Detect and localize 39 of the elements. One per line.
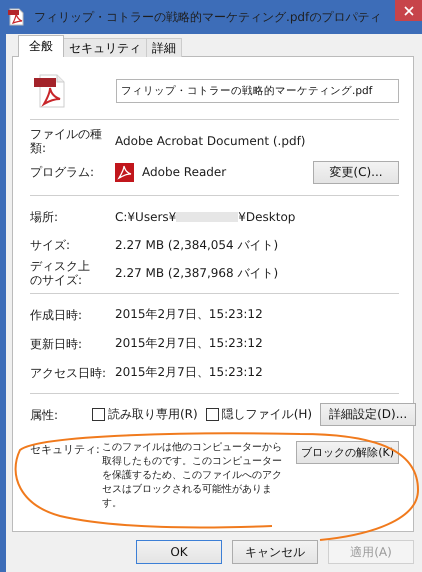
field-label: セキュリティ: <box>30 443 101 457</box>
file-name-field[interactable]: フィリップ・コトラーの戦略的マーケティング.pdf <box>116 79 399 103</box>
tab[interactable]: 詳細 <box>146 38 182 57</box>
field-label: ファイルの種類: <box>30 126 103 154</box>
field-label: アクセス日時: <box>30 366 108 380</box>
field-label: サイズ: <box>30 238 72 252</box>
pdf-file-icon <box>34 74 66 108</box>
checkbox[interactable] <box>92 408 105 421</box>
field-label: 更新日時: <box>30 336 84 350</box>
change-button[interactable]: 変更(C)... <box>313 160 399 184</box>
field-value: 2.27 MB (2,384,054 バイト) <box>115 236 278 254</box>
field-value: Adobe Acrobat Document (.pdf) <box>115 134 306 148</box>
pdf-file-icon <box>8 8 24 26</box>
window-title: フィリップ・コトラーの戦略的マーケティング.pdfのプロパティ <box>34 8 382 26</box>
field-label: 属性: <box>30 408 60 422</box>
checkbox-label[interactable]: 読み取り専用(R) <box>108 406 198 423</box>
field-value: 2015年2月7日、15:23:12 <box>115 306 263 323</box>
checkbox-label[interactable]: 隠しファイル(H) <box>222 406 312 423</box>
advanced-button[interactable]: 詳細設定(D)... <box>320 403 416 426</box>
path-suffix: ¥Desktop <box>238 210 296 224</box>
field-label: 作成日時: <box>30 308 84 322</box>
path-prefix: C:¥Users¥ <box>115 210 176 224</box>
security-warning-text: このファイルは他のコンピューターから取得したものです。このコンピューターを保護するため、このファイルへのアクセスはブロックされる可能性があります。 <box>102 441 283 511</box>
dialog-button[interactable]: キャンセル <box>232 540 318 564</box>
field-label: 場所: <box>30 210 60 224</box>
tab[interactable]: 全般 <box>18 35 64 57</box>
field-label: プログラム: <box>30 165 96 179</box>
checkbox[interactable] <box>206 408 219 421</box>
redacted-block <box>176 212 238 222</box>
field-value: 2015年2月7日、15:23:12 <box>115 364 263 381</box>
field-value: 2015年2月7日、15:23:12 <box>115 335 263 352</box>
close-icon[interactable] <box>404 6 414 16</box>
field-value: Adobe Reader <box>142 165 228 179</box>
close-button[interactable] <box>395 0 422 21</box>
field-value: 2.27 MB (2,387,968 バイト) <box>115 264 278 282</box>
dialog-button[interactable]: OK <box>136 540 222 564</box>
tab[interactable]: セキュリティ <box>63 38 147 57</box>
acrobat-icon <box>115 162 134 182</box>
field-label: ディスク上 のサイズ: <box>30 259 91 287</box>
